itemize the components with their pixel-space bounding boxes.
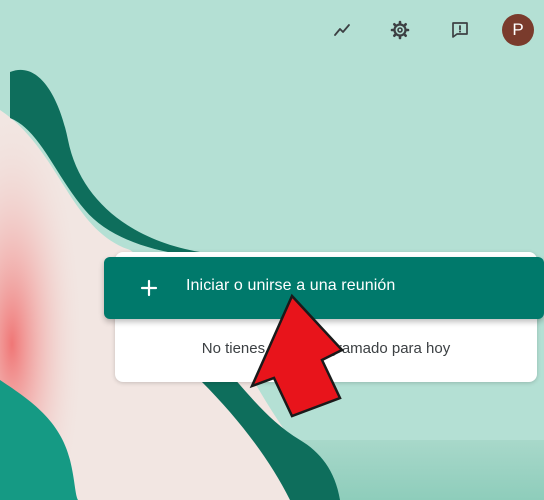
avatar[interactable]: P [502,14,534,46]
top-bar: P [0,10,544,50]
gear-icon[interactable] [384,14,416,46]
start-or-join-meeting-label: Iniciar o unirse a una reunión [186,277,396,294]
activity-icon[interactable] [326,14,358,46]
background-illustration [0,0,544,500]
start-or-join-meeting-button[interactable]: Iniciar o unirse a una reunión [104,257,544,319]
feedback-icon[interactable] [444,14,476,46]
meet-home-page: P No tienes nada programado para hoy Ini… [0,0,544,500]
plus-icon [140,279,158,297]
empty-schedule-message: No tienes nada programado para hoy [201,340,451,357]
